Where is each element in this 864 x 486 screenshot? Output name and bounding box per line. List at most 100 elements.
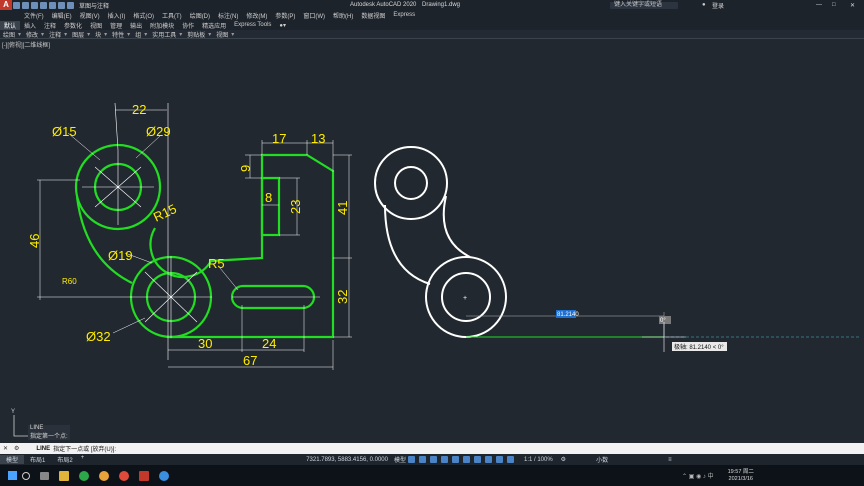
ribbon-tab-item-5[interactable]: 管理 (106, 21, 126, 30)
workspace-gear-icon[interactable]: ⚙ (561, 456, 566, 463)
quick-saveas-icon[interactable] (40, 1, 47, 9)
ribbon-tab-item-9[interactable]: 精选应用 (198, 21, 230, 30)
autocad-logo[interactable]: A (0, 0, 12, 10)
dim-8: 8 (265, 190, 272, 205)
menu-item-p-9[interactable]: 参数(P) (271, 11, 299, 20)
autocad-taskbar-icon[interactable] (139, 470, 149, 481)
menu-item-o-4[interactable]: 格式(O) (129, 11, 158, 20)
search-input[interactable]: 键入关键字或短语 (610, 1, 678, 9)
ribbon-tab-item-6[interactable]: 输出 (126, 21, 146, 30)
quick-open-icon[interactable] (22, 1, 29, 9)
cmd-prompt-text[interactable]: 指定下一点或 [放弃(U)]: (53, 444, 116, 453)
ribbon-tab-item-8[interactable]: 协作 (178, 21, 198, 30)
menu-item-n-7[interactable]: 标注(N) (214, 11, 242, 20)
menu-item-e-1[interactable]: 编辑(E) (48, 11, 76, 20)
ribbon-tab-item-7[interactable]: 附加模块 (146, 21, 178, 30)
chat-app-icon[interactable] (159, 470, 169, 481)
video-app-icon[interactable] (119, 470, 129, 481)
panel-item-5[interactable]: 特性 (109, 30, 127, 39)
menu-item-i-3[interactable]: 插入(I) (104, 11, 130, 20)
close-button[interactable]: ✕ (850, 2, 855, 9)
green-app-icon[interactable] (79, 470, 89, 481)
menu-item-m-8[interactable]: 修改(M) (242, 11, 271, 20)
maximize-button[interactable]: □ (832, 2, 836, 8)
viewport-label[interactable]: [-][俯视][二维线框] (2, 41, 50, 49)
layout-tab-0[interactable]: 模型 (0, 455, 25, 464)
clock[interactable]: 19:57 周二 2021/3/16 (728, 469, 754, 483)
ribbon-tab-item-3[interactable]: 参数化 (60, 21, 86, 30)
panel-item-0[interactable]: 绘图 (0, 30, 18, 39)
drawing-canvas[interactable]: [-][俯视][二维线框] 22 Ø15 Ø29 46 R15 R60 Ø19 … (0, 39, 864, 440)
panel-item-8[interactable]: 剪贴板 (184, 30, 208, 39)
selection-cycling-icon[interactable] (495, 456, 503, 463)
layout-tab-1[interactable]: 布局1 (24, 455, 51, 464)
close-cmd-icon[interactable]: ✕ (0, 445, 11, 452)
polar-icon[interactable] (440, 456, 448, 463)
annotation-icon[interactable] (506, 456, 514, 463)
ribbon-toggle-icon[interactable]: ●▾ (275, 22, 290, 29)
ortho-icon[interactable] (429, 456, 437, 463)
ribbon-tab-item-2[interactable]: 注释 (40, 21, 60, 30)
workspace-select[interactable]: 草图与注释 (75, 1, 127, 10)
redo-icon[interactable] (67, 1, 74, 9)
menu-item-t-5[interactable]: 工具(T) (158, 11, 186, 20)
menu-item-v-2[interactable]: 视图(V) (76, 11, 104, 20)
grid-icon[interactable] (407, 456, 415, 463)
chrome-icon[interactable] (99, 470, 109, 481)
dim-22: 22 (132, 102, 146, 117)
drawing-svg[interactable]: [-][俯视][二维线框] 22 Ø15 Ø29 46 R15 R60 Ø19 … (0, 39, 864, 440)
units-selector[interactable]: 小数 (596, 455, 608, 464)
panel-item-3[interactable]: 图层 (69, 30, 87, 39)
quick-save-icon[interactable] (31, 1, 38, 9)
otrack-icon[interactable] (462, 456, 470, 463)
quick-new-icon[interactable] (13, 1, 20, 9)
explorer-icon[interactable] (59, 470, 69, 481)
ribbon-tab-item-4[interactable]: 视图 (86, 21, 106, 30)
user-icon[interactable]: ● (702, 2, 706, 8)
snap-icon[interactable] (418, 456, 426, 463)
menu-item-d-6[interactable]: 绘图(D) (186, 11, 214, 20)
panel-expand-icon[interactable]: ▾ (231, 31, 236, 38)
title-bar: A 草图与注释 Autodesk AutoCAD 2020 Drawing1.d… (0, 0, 864, 10)
dim-dia15: Ø15 (52, 124, 77, 139)
menu-item-item-12[interactable]: 数据视图 (357, 11, 389, 20)
dynamic-input-value[interactable]: 81.2140 (557, 312, 579, 318)
transparency-icon[interactable] (484, 456, 492, 463)
customize-cmd-icon[interactable]: ⚙ (11, 445, 22, 452)
menu-item-h-11[interactable]: 帮助(H) (329, 11, 357, 20)
quick-print-icon[interactable] (49, 1, 56, 9)
menu-item-f-0[interactable]: 文件(F) (20, 11, 48, 20)
osnap-icon[interactable] (451, 456, 459, 463)
ribbon-tab-express-tools-10[interactable]: Express Tools (230, 22, 275, 28)
task-view-icon[interactable] (40, 471, 49, 480)
panel-item-4[interactable]: 块 (92, 30, 104, 39)
windows-start-icon[interactable] (8, 471, 17, 480)
command-line[interactable]: ✕ ⚙ LINE 指定下一点或 [放弃(U)]: (0, 443, 864, 454)
lineweight-icon[interactable] (473, 456, 481, 463)
panel-item-6[interactable]: 组 (132, 30, 144, 39)
panel-item-7[interactable]: 实用工具 (149, 30, 179, 39)
undo-icon[interactable] (58, 1, 65, 9)
ribbon-tab-item-0[interactable]: 默认 (0, 20, 21, 30)
sign-in-button[interactable]: 登录 (712, 1, 724, 10)
add-layout-button[interactable]: + (79, 455, 87, 464)
tray-icons[interactable]: ⌃ ▣ ◉ ♪ 中 (682, 471, 714, 480)
minimize-button[interactable]: — (816, 2, 822, 8)
panel-item-9[interactable]: 视图 (213, 30, 231, 39)
menu-item-express-13[interactable]: Express (389, 12, 419, 18)
dim-r60: R60 (62, 277, 77, 286)
menu-item-w-10[interactable]: 窗口(W) (299, 11, 329, 20)
scale-selector[interactable]: 1:1 / 100% (524, 457, 553, 463)
taskbar-search-icon[interactable] (22, 471, 30, 480)
panel-item-1[interactable]: 修改 (23, 30, 41, 39)
windows-taskbar: ⌃ ▣ ◉ ♪ 中 19:57 周二 2021/3/16 (0, 465, 864, 486)
dim-dia19: Ø19 (108, 248, 133, 263)
ribbon-tab-item-1[interactable]: 插入 (20, 21, 40, 30)
layout-tab-2[interactable]: 布局2 (51, 455, 78, 464)
panel-item-2[interactable]: 注释 (46, 30, 64, 39)
angle-value: 0° (660, 318, 666, 324)
dim-32: 32 (335, 290, 350, 304)
model-space-toggle[interactable]: 模型 (394, 455, 406, 464)
cmd-prompt-name: LINE (36, 445, 51, 452)
menu-icon[interactable]: ≡ (668, 457, 672, 463)
